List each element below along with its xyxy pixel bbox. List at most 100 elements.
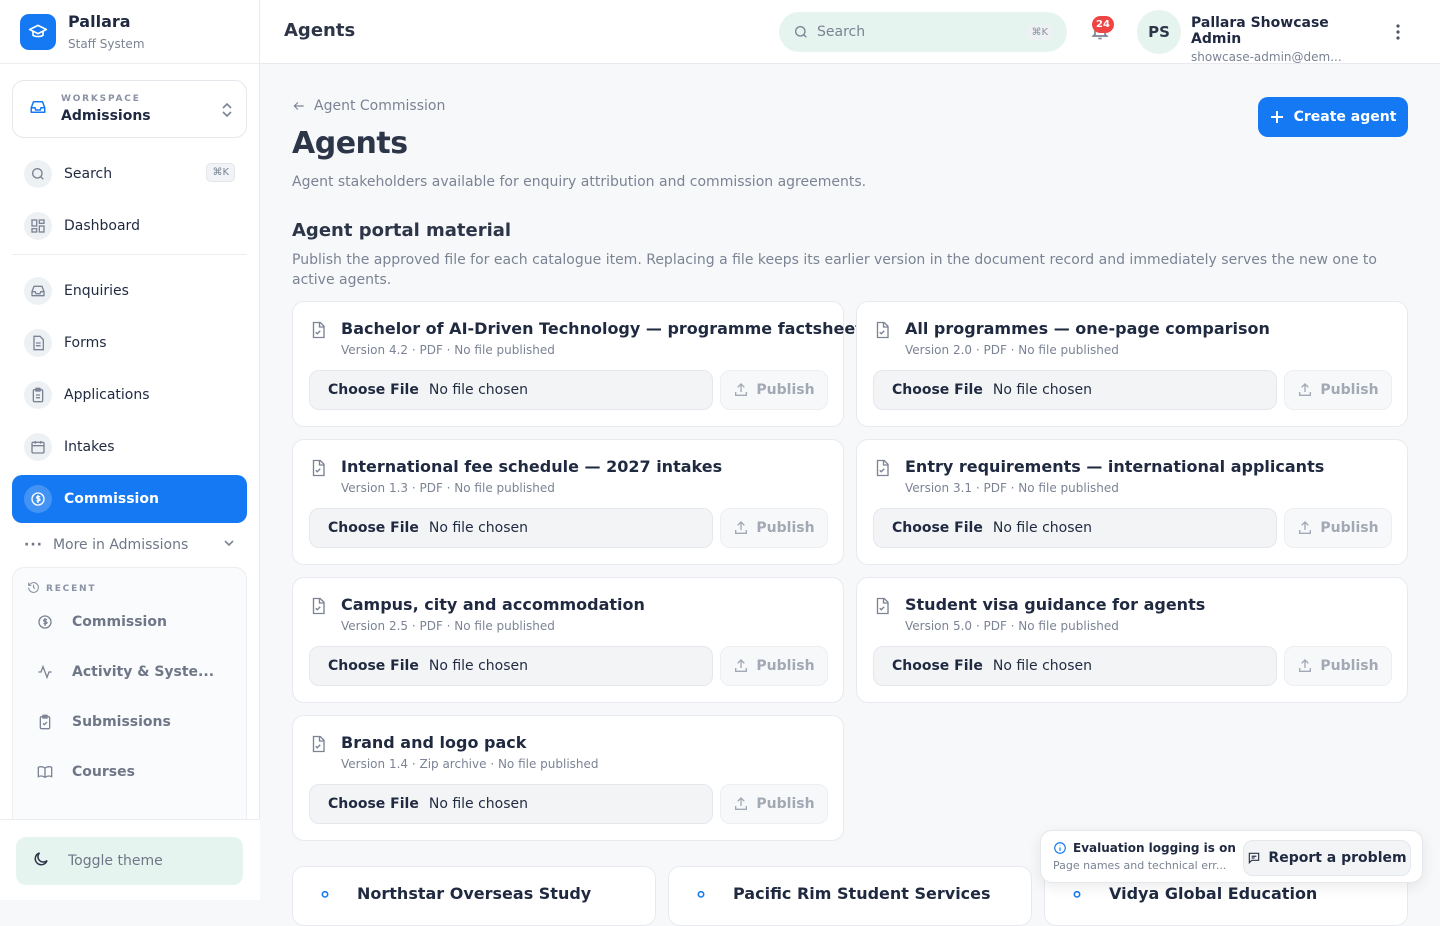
material-meta: Version 1.3 · PDF · No file published [341, 481, 555, 495]
dashboard-icon [24, 212, 52, 240]
create-agent-button[interactable]: Create agent [1258, 97, 1408, 137]
sidebar-item-label: Applications [64, 387, 150, 403]
page-title: Agents [292, 126, 408, 161]
material-card: Brand and logo pack Version 1.4 · Zip arc… [292, 715, 844, 841]
file-icon [873, 320, 891, 344]
page-subtitle: Agent stakeholders available for enquiry… [292, 174, 867, 190]
user-icon [693, 889, 709, 909]
sidebar-item-label: Commission [64, 491, 159, 507]
material-meta: Version 5.0 · PDF · No file published [905, 619, 1119, 633]
sidebar-item-enquiries[interactable]: Enquiries [12, 267, 247, 315]
sidebar-search[interactable]: Search ⌘K [12, 150, 247, 198]
material-title: Student visa guidance for agents [905, 595, 1206, 614]
clipboard-icon [24, 381, 52, 409]
user-info[interactable]: Pallara Showcase Admin showcase-admin@de… [1191, 15, 1371, 64]
publish-label: Publish [756, 796, 815, 812]
file-input[interactable]: Choose File No file chosen [309, 784, 713, 824]
file-input[interactable]: Choose File No file chosen [873, 646, 1277, 686]
message-icon [1247, 851, 1261, 865]
topbar: Agents Search ⌘K 24 PS Pallara Showcase … [260, 0, 1440, 64]
publish-button[interactable]: Publish [1284, 646, 1392, 686]
agent-card[interactable]: Pacific Rim Student Services [668, 866, 1032, 926]
history-icon [27, 581, 40, 597]
file-icon [309, 458, 327, 482]
recent-item-commission[interactable]: Commission [35, 614, 167, 630]
publish-button[interactable]: Publish [1284, 508, 1392, 548]
choose-file-button[interactable]: Choose File [892, 658, 983, 674]
sidebar-item-commission[interactable]: Commission [12, 475, 247, 523]
info-icon [1053, 841, 1067, 855]
publish-button[interactable]: Publish [1284, 370, 1392, 410]
publish-button[interactable]: Publish [720, 508, 828, 548]
workspace-switcher[interactable]: WORKSPACE Admissions [12, 80, 247, 138]
recent-item-submissions[interactable]: Submissions [35, 714, 171, 730]
back-link[interactable]: Agent Commission [292, 98, 445, 114]
recent-item-activity[interactable]: Activity & Syste... [35, 664, 214, 680]
inbox-icon [24, 277, 52, 305]
publish-button[interactable]: Publish [720, 646, 828, 686]
upload-icon [1297, 520, 1313, 536]
search-icon [24, 160, 52, 188]
sidebar-footer: Toggle theme [0, 819, 260, 900]
dollar-icon [35, 614, 55, 630]
document-icon [24, 329, 52, 357]
brand-subtitle: Staff System [68, 36, 145, 51]
toggle-theme-button[interactable]: Toggle theme [16, 837, 243, 885]
material-card: Bachelor of AI-Driven Technology — progr… [292, 301, 863, 427]
section-title: Agent portal material [292, 220, 512, 241]
choose-file-button[interactable]: Choose File [328, 796, 419, 812]
sidebar-item-dashboard[interactable]: Dashboard [12, 202, 247, 250]
file-status: No file chosen [428, 382, 529, 398]
sidebar-item-label: Dashboard [64, 218, 140, 234]
material-meta: Version 3.1 · PDF · No file published [905, 481, 1119, 495]
more-label: More in Admissions [52, 537, 189, 553]
sidebar-item-applications[interactable]: Applications [12, 371, 247, 419]
search-input[interactable]: Search ⌘K [779, 12, 1067, 52]
avatar[interactable]: PS [1137, 10, 1181, 54]
file-input[interactable]: Choose File No file chosen [309, 508, 713, 548]
sidebar-item-intakes[interactable]: Intakes [12, 423, 247, 471]
material-title: Bachelor of AI-Driven Technology — progr… [341, 319, 863, 338]
file-input[interactable]: Choose File No file chosen [873, 370, 1277, 410]
file-icon [309, 734, 327, 758]
sidebar-item-label: Enquiries [64, 283, 129, 299]
dollar-icon [24, 485, 52, 513]
agent-card[interactable]: Northstar Overseas Study [292, 866, 656, 926]
material-card: International fee schedule — 2027 intake… [292, 439, 844, 565]
agent-name: Pacific Rim Student Services [733, 884, 991, 903]
file-input[interactable]: Choose File No file chosen [309, 370, 713, 410]
material-card: Student visa guidance for agents Version … [856, 577, 1408, 703]
file-input[interactable]: Choose File No file chosen [873, 508, 1277, 548]
graduation-cap-icon [20, 13, 56, 50]
publish-button[interactable]: Publish [720, 784, 828, 824]
file-status: No file chosen [992, 382, 1093, 398]
choose-file-button[interactable]: Choose File [328, 658, 419, 674]
recent-item-courses[interactable]: Courses [35, 764, 135, 780]
choose-file-button[interactable]: Choose File [892, 382, 983, 398]
more-in-admissions[interactable]: ··· More in Admissions [24, 534, 236, 556]
choose-file-button[interactable]: Choose File [892, 520, 983, 536]
more-vertical-icon[interactable] [1392, 22, 1404, 46]
choose-file-button[interactable]: Choose File [328, 382, 419, 398]
material-card: Entry requirements — international appli… [856, 439, 1408, 565]
choose-file-button[interactable]: Choose File [328, 520, 419, 536]
user-email: showcase-admin@dem... [1191, 50, 1342, 64]
brand[interactable]: Pallara Staff System [0, 0, 259, 64]
file-input[interactable]: Choose File No file chosen [309, 646, 713, 686]
create-agent-label: Create agent [1293, 109, 1397, 125]
report-problem-button[interactable]: Report a problem [1243, 840, 1411, 876]
publish-label: Publish [756, 520, 815, 536]
search-placeholder: Search [817, 24, 866, 40]
back-link-label: Agent Commission [314, 98, 446, 114]
sidebar-item-forms[interactable]: Forms [12, 319, 247, 367]
shortcut-badge: ⌘K [1026, 24, 1053, 40]
publish-button[interactable]: Publish [720, 370, 828, 410]
file-status: No file chosen [428, 796, 529, 812]
publish-label: Publish [756, 658, 815, 674]
topbar-title: Agents [284, 20, 356, 41]
material-meta: Version 2.5 · PDF · No file published [341, 619, 555, 633]
file-icon [873, 596, 891, 620]
recent-panel: RECENT Commission Activity & Syste... Su… [12, 567, 247, 827]
material-card: All programmes — one-page comparison Vers… [856, 301, 1408, 427]
upload-icon [1297, 658, 1313, 674]
